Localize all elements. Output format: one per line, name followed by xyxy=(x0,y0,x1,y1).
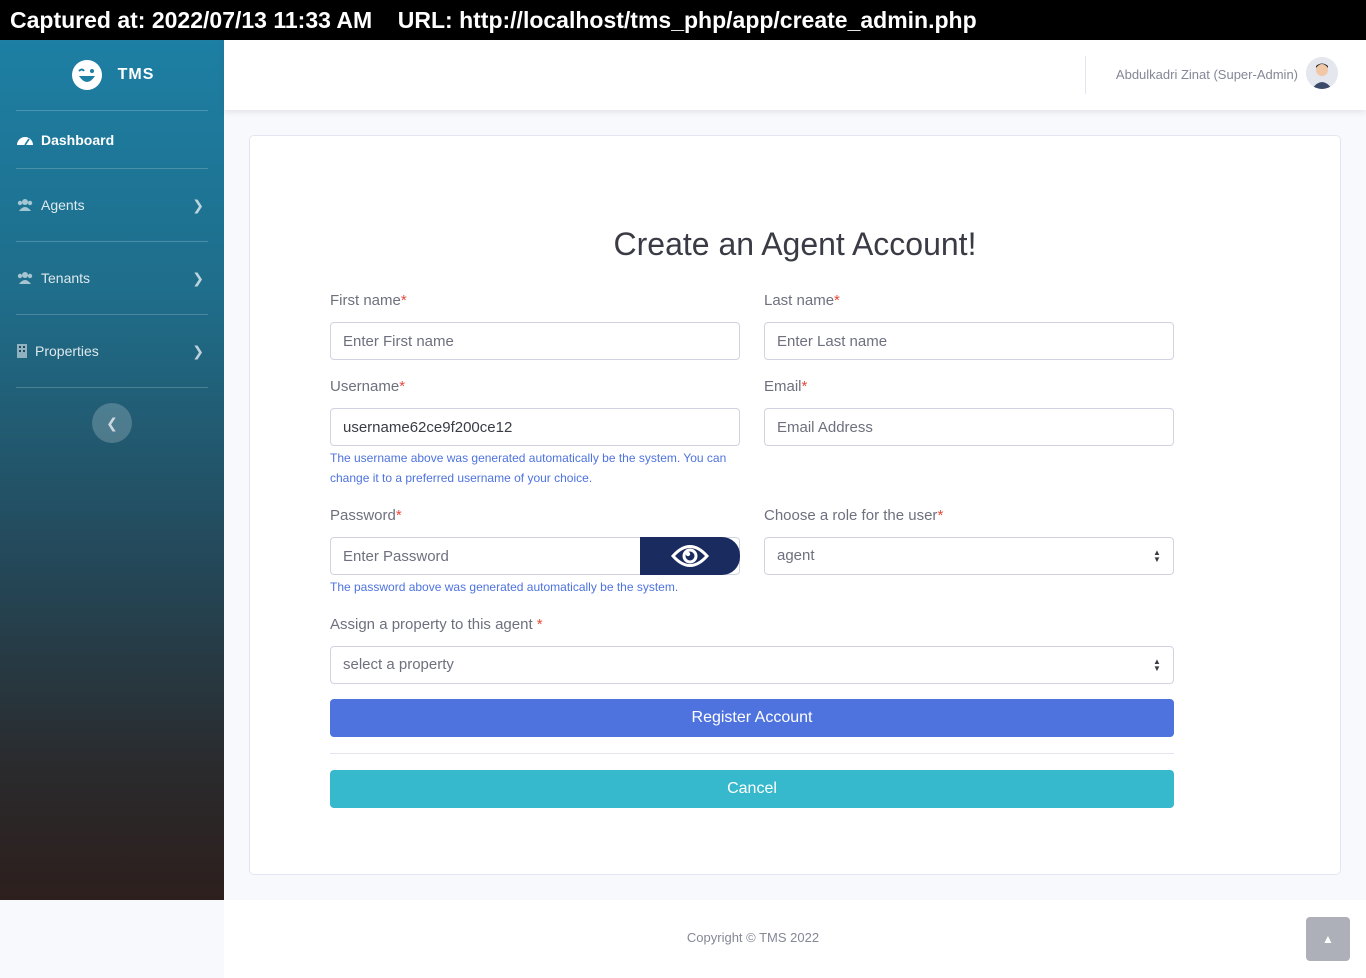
label-text: Password xyxy=(330,507,396,524)
copyright-text: Copyright © TMS 2022 xyxy=(686,930,820,945)
building-icon xyxy=(17,344,27,358)
property-select-value: select a property xyxy=(343,656,454,673)
label-text: Choose a role for the user xyxy=(764,507,938,524)
chevron-right-icon: ❯ xyxy=(192,196,204,213)
role-label: Choose a role for the user* xyxy=(764,507,943,524)
page-title: Create an Agent Account! xyxy=(613,226,977,262)
form-divider xyxy=(330,753,1174,754)
required-mark: * xyxy=(395,507,402,524)
capture-banner: Captured at: 2022/07/13 11:33 AM URL: ht… xyxy=(0,0,1366,40)
sidebar-divider xyxy=(16,387,208,388)
required-mark: * xyxy=(834,292,840,309)
sidebar-item-properties[interactable]: Properties ❯ xyxy=(0,315,224,387)
chevron-right-icon: ❯ xyxy=(192,342,204,359)
chevron-up-icon: ▲ xyxy=(1322,932,1334,946)
eye-icon xyxy=(671,545,709,567)
sidebar: TMS Dashboard Agents ❯ Tenants ❯ Propert… xyxy=(0,40,224,900)
sidebar-toggle-button[interactable]: ❮ xyxy=(92,403,132,443)
last-name-input[interactable] xyxy=(764,322,1174,360)
email-label: Email* xyxy=(764,378,807,395)
register-account-button[interactable]: Register Account xyxy=(330,699,1174,737)
chevron-right-icon: ❯ xyxy=(192,269,204,286)
select-caret-icon: ▲ ▼ xyxy=(1153,657,1161,673)
users-icon xyxy=(17,272,33,284)
required-mark: * xyxy=(536,616,543,633)
label-text: First name xyxy=(330,292,401,309)
label-text: Last name xyxy=(764,292,835,309)
user-avatar-icon xyxy=(1306,57,1338,89)
footer: Copyright © TMS 2022 xyxy=(224,900,1366,978)
first-name-label: First name* xyxy=(330,292,407,309)
email-input[interactable] xyxy=(764,408,1174,446)
user-name[interactable]: Abdulkadri Zinat (Super-Admin) xyxy=(1116,67,1298,82)
chevron-left-icon: ❮ xyxy=(106,414,118,431)
last-name-label: Last name* xyxy=(764,292,840,309)
cancel-button[interactable]: Cancel xyxy=(330,770,1174,808)
username-label: Username* xyxy=(330,378,405,395)
label-text: Username xyxy=(330,378,400,395)
brand-name: TMS xyxy=(117,66,155,83)
create-agent-card: Create an Agent Account! First name* Las… xyxy=(249,135,1341,875)
laugh-wink-icon xyxy=(71,60,102,90)
first-name-input[interactable] xyxy=(330,322,740,360)
required-mark: * xyxy=(801,378,808,395)
topbar: Abdulkadri Zinat (Super-Admin) xyxy=(224,40,1366,110)
label-text: Assign a property to this agent xyxy=(330,616,537,633)
required-mark: * xyxy=(399,378,406,395)
users-icon xyxy=(17,199,33,211)
label-text: Email xyxy=(764,378,802,395)
toggle-password-button[interactable] xyxy=(640,537,740,575)
sidebar-brand[interactable]: TMS xyxy=(0,40,224,110)
sidebar-item-dashboard[interactable]: Dashboard xyxy=(0,111,224,168)
tachometer-icon xyxy=(17,136,33,145)
sidebar-item-label: Agents xyxy=(41,197,85,213)
topbar-divider xyxy=(1085,56,1086,94)
property-label: Assign a property to this agent * xyxy=(330,616,543,633)
required-mark: * xyxy=(400,292,407,309)
scroll-to-top-button[interactable]: ▲ xyxy=(1306,917,1350,961)
role-select-value: agent xyxy=(777,547,815,564)
sidebar-item-agents[interactable]: Agents ❯ xyxy=(0,169,224,241)
sidebar-item-tenants[interactable]: Tenants ❯ xyxy=(0,242,224,314)
username-input[interactable] xyxy=(330,408,740,446)
password-help-text: The password above was generated automat… xyxy=(330,580,679,594)
required-mark: * xyxy=(937,507,944,524)
property-select[interactable]: select a property ▲ ▼ xyxy=(330,646,1174,684)
username-help-text: The username above was generated automat… xyxy=(330,451,727,485)
select-caret-icon: ▲ ▼ xyxy=(1153,548,1161,564)
password-label: Password* xyxy=(330,507,402,524)
sidebar-item-label: Dashboard xyxy=(41,131,115,148)
role-select[interactable]: agent ▲ ▼ xyxy=(764,537,1174,575)
avatar[interactable] xyxy=(1306,57,1338,89)
sidebar-item-label: Tenants xyxy=(41,270,91,286)
sidebar-item-label: Properties xyxy=(35,343,99,359)
